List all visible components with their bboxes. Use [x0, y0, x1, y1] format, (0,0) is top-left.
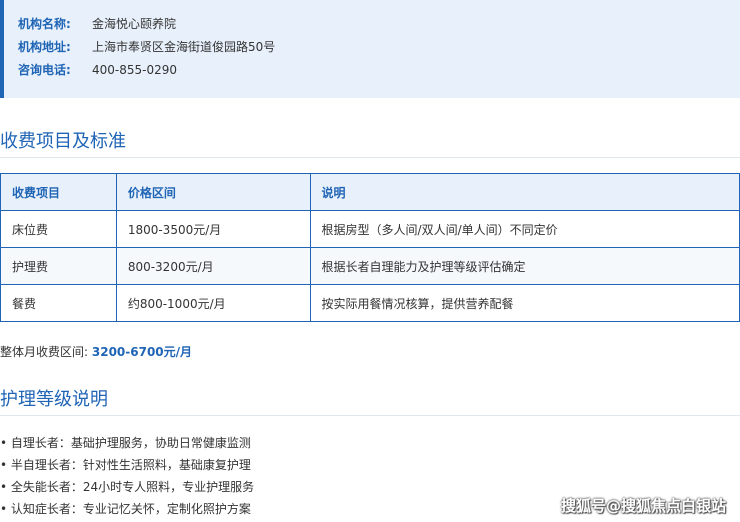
monthly-total-value: 3200-6700元/月: [91, 345, 193, 359]
care-section-title: 护理等级说明: [0, 389, 108, 410]
column-header-price: 价格区间: [115, 173, 311, 211]
fee-item-cell: 床位费: [0, 210, 117, 248]
table-row: 护理费 800-3200元/月 根据长者自理能力及护理等级评估确定: [0, 247, 740, 285]
monthly-total: 整体月收费区间: 3200-6700元/月: [0, 343, 192, 360]
institution-phone-value[interactable]: 400-855-0290: [92, 63, 177, 77]
column-header-note: 说明: [309, 173, 740, 211]
institution-info-box: 机构名称: 金海悦心颐养院 机构地址: 上海市奉贤区金海街道俊园路50号 咨询电话:…: [0, 0, 740, 98]
institution-address-row: 机构地址: 上海市奉贤区金海街道俊园路50号: [18, 39, 275, 55]
fee-price-cell: 800-3200元/月: [115, 247, 311, 285]
fee-note-cell: 根据房型（多人间/双人间/单人间）不同定价: [309, 210, 740, 248]
institution-name-row: 机构名称: 金海悦心颐养院: [18, 16, 176, 32]
institution-address-label: 机构地址:: [18, 40, 71, 54]
fees-table: 收费项目 价格区间 说明 床位费 1800-3500元/月 根据房型（多人间/双…: [0, 173, 740, 322]
institution-address-value: 上海市奉贤区金海街道俊园路50号: [92, 40, 276, 54]
monthly-total-label: 整体月收费区间:: [0, 345, 89, 359]
fee-price-cell: 约800-1000元/月: [115, 284, 311, 322]
fees-title-divider: [0, 157, 740, 158]
list-item: • 自理长者：基础护理服务，协助日常健康监测: [0, 436, 251, 450]
table-row: 餐费 约800-1000元/月 按实际用餐情况核算，提供营养配餐: [0, 284, 740, 322]
fees-section-title: 收费项目及标准: [0, 131, 126, 152]
institution-name-value: 金海悦心颐养院: [92, 17, 177, 31]
source-watermark: 搜狐号@搜狐焦点白银站: [560, 497, 726, 515]
fee-note-cell: 根据长者自理能力及护理等级评估确定: [309, 247, 740, 285]
care-title-divider: [0, 415, 740, 416]
institution-name-label: 机构名称:: [18, 17, 71, 31]
list-item: • 全失能长者：24小时专人照料，专业护理服务: [0, 480, 255, 494]
care-level-list: • 自理长者：基础护理服务，协助日常健康监测 • 半自理长者：针对性生活照料，基…: [0, 432, 254, 520]
list-item: • 认知症长者：专业记忆关怀，定制化照护方案: [0, 502, 251, 516]
fee-price-cell: 1800-3500元/月: [115, 210, 311, 248]
fee-item-cell: 餐费: [0, 284, 117, 322]
institution-phone-label: 咨询电话:: [18, 63, 71, 77]
fee-note-cell: 按实际用餐情况核算，提供营养配餐: [309, 284, 740, 322]
fee-item-cell: 护理费: [0, 247, 117, 285]
fees-table-header-row: 收费项目 价格区间 说明: [0, 173, 740, 211]
column-header-item: 收费项目: [0, 173, 117, 211]
institution-phone-row: 咨询电话: 400-855-0290: [18, 62, 177, 78]
list-item: • 半自理长者：针对性生活照料，基础康复护理: [0, 458, 251, 472]
table-row: 床位费 1800-3500元/月 根据房型（多人间/双人间/单人间）不同定价: [0, 210, 740, 248]
